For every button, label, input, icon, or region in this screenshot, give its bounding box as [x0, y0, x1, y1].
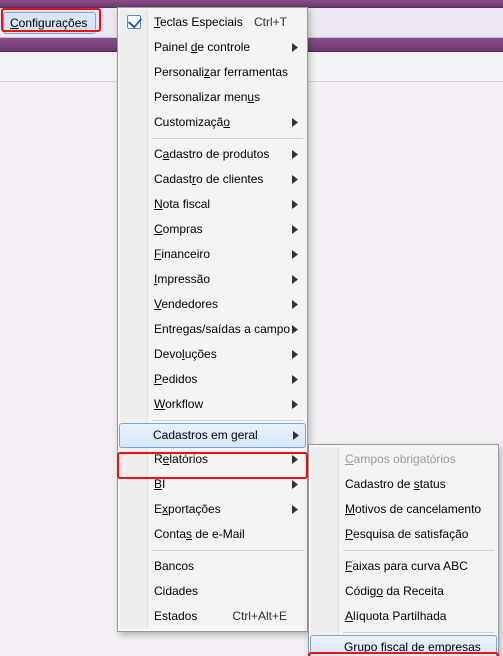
chevron-right-icon	[291, 392, 299, 417]
menu-item-label: Cadastro de clientes	[154, 172, 263, 186]
menu-item-label: Motivos de cancelamento	[345, 502, 481, 516]
menu-item-teclas-especiais[interactable]: Teclas Especiais Ctrl+T	[120, 10, 305, 35]
submenu-item-separator	[343, 550, 494, 551]
menu-item-label: Estados	[154, 609, 197, 623]
menu-item-separator	[152, 550, 303, 551]
menu-item-cadastros-em-geral[interactable]: Cadastros em geral	[119, 423, 306, 448]
menu-item-label: Pesquisa de satisfação	[345, 527, 468, 541]
submenu-item-faixas-para-curva-abc[interactable]: Faixas para curva ABC	[311, 554, 496, 579]
chevron-right-icon	[291, 447, 299, 472]
chevron-right-icon	[291, 472, 299, 497]
menu-item-workflow[interactable]: Workflow	[120, 392, 305, 417]
submenu-item-grupo-fiscal-de-empresas[interactable]: Grupo fiscal de empresas	[310, 635, 497, 656]
chevron-right-icon	[292, 424, 300, 447]
menu-item-label: Vendedores	[154, 297, 218, 311]
menu-item-label: Pedidos	[154, 372, 197, 386]
menu-item-label: Entregas/saídas a campo	[154, 322, 290, 336]
menu-item-separator	[152, 138, 303, 139]
menu-item-label: Painel de controle	[154, 40, 250, 54]
menu-item-label: Faixas para curva ABC	[345, 559, 468, 573]
menu-label-accel: C	[10, 16, 19, 30]
submenu-item-campos-obrigatorios: Campos obrigatórios	[311, 447, 496, 472]
menu-item-relatorios[interactable]: Relatórios	[120, 447, 305, 472]
menu-item-bi[interactable]: BI	[120, 472, 305, 497]
menu-item-label: Bancos	[154, 559, 194, 573]
menu-item-label: Cidades	[154, 584, 198, 598]
chevron-right-icon	[291, 35, 299, 60]
chevron-right-icon	[291, 267, 299, 292]
menu-item-label: BI	[154, 477, 165, 491]
menu-item-label: Financeiro	[154, 247, 210, 261]
chevron-right-icon	[291, 317, 299, 342]
checkbox-icon	[127, 15, 141, 29]
menu-item-label: Exportações	[154, 502, 221, 516]
menu-item-label: Cadastros em geral	[153, 428, 258, 442]
menu-item-personalizar-ferramentas[interactable]: Personalizar ferramentas	[120, 60, 305, 85]
submenu-item-codigo-da-receita[interactable]: Código da Receita	[311, 579, 496, 604]
menu-item-entregas-saidas-a-campo[interactable]: Entregas/saídas a campo	[120, 317, 305, 342]
menu-item-pedidos[interactable]: Pedidos	[120, 367, 305, 392]
menu-item-cadastro-de-clientes[interactable]: Cadastro de clientes	[120, 167, 305, 192]
menu-item-cadastro-de-produtos[interactable]: Cadastro de produtos	[120, 142, 305, 167]
chevron-right-icon	[291, 110, 299, 135]
app-window: Configurações Teclas Especiais Ctrl+T Pain…	[0, 0, 503, 656]
menu-item-label: Personalizar ferramentas	[154, 65, 288, 79]
menu-item-label: Cadastro de status	[345, 477, 446, 491]
submenu-item-pesquisa-de-satisfacao[interactable]: Pesquisa de satisfação	[311, 522, 496, 547]
submenu-item-cadastro-de-status[interactable]: Cadastro de status	[311, 472, 496, 497]
menu-label-rest: onfigurações	[19, 16, 88, 30]
submenu-item-motivos-de-cancelamento[interactable]: Motivos de cancelamento	[311, 497, 496, 522]
menu-item-exportacoes[interactable]: Exportações	[120, 497, 305, 522]
chevron-right-icon	[291, 142, 299, 167]
menu-item-separator	[152, 420, 303, 421]
submenu-cadastros-em-geral: Campos obrigatórios Cadastro de status Mot…	[308, 444, 499, 656]
menu-item-accelerator: Ctrl+T	[254, 10, 287, 35]
chevron-right-icon	[291, 242, 299, 267]
menu-item-label: Workflow	[154, 397, 203, 411]
chevron-right-icon	[291, 217, 299, 242]
menu-item-financeiro[interactable]: Financeiro	[120, 242, 305, 267]
menu-item-compras[interactable]: Compras	[120, 217, 305, 242]
menu-item-vendedores[interactable]: Vendedores	[120, 292, 305, 317]
menu-item-cidades[interactable]: Cidades	[120, 579, 305, 604]
chevron-right-icon	[291, 292, 299, 317]
menu-item-label: Campos obrigatórios	[345, 452, 456, 466]
menu-item-label: Contas de e-Mail	[154, 527, 245, 541]
chevron-right-icon	[291, 192, 299, 217]
chevron-right-icon	[291, 342, 299, 367]
menu-item-label: Nota fiscal	[154, 197, 210, 211]
menu-item-label: Personalizar menus	[154, 90, 260, 104]
chevron-right-icon	[291, 367, 299, 392]
menu-item-label: Cadastro de produtos	[154, 147, 269, 161]
menu-item-label: Alíquota Partilhada	[345, 609, 446, 623]
submenu-item-aliquota-partilhada[interactable]: Alíquota Partilhada	[311, 604, 496, 629]
menu-item-nota-fiscal[interactable]: Nota fiscal	[120, 192, 305, 217]
dropdown-configuracoes: Teclas Especiais Ctrl+T Painel de controle…	[117, 7, 308, 632]
menu-item-label: Teclas Especiais	[154, 15, 243, 29]
menu-item-customizacao[interactable]: Customização	[120, 110, 305, 135]
menu-item-label: Customização	[154, 115, 230, 129]
submenu-item-separator	[343, 632, 494, 633]
menu-item-personalizar-menus[interactable]: Personalizar menus	[120, 85, 305, 110]
menu-item-accelerator: Ctrl+Alt+E	[232, 604, 287, 629]
menu-item-label: Relatórios	[154, 452, 208, 466]
menu-item-bancos[interactable]: Bancos	[120, 554, 305, 579]
menu-item-label: Grupo fiscal de empresas	[344, 640, 481, 654]
menu-item-label: Devoluções	[154, 347, 217, 361]
menu-item-painel-de-controle[interactable]: Painel de controle	[120, 35, 305, 60]
menu-item-contas-de-e-mail[interactable]: Contas de e-Mail	[120, 522, 305, 547]
menu-configuracoes[interactable]: Configurações	[3, 12, 96, 34]
chevron-right-icon	[291, 497, 299, 522]
menu-item-label: Impressão	[154, 272, 210, 286]
menu-item-impressao[interactable]: Impressão	[120, 267, 305, 292]
chevron-right-icon	[291, 167, 299, 192]
menu-item-label: Compras	[154, 222, 203, 236]
menu-item-label: Código da Receita	[345, 584, 444, 598]
menu-item-estados[interactable]: Estados Ctrl+Alt+E	[120, 604, 305, 629]
menu-item-devolucoes[interactable]: Devoluções	[120, 342, 305, 367]
